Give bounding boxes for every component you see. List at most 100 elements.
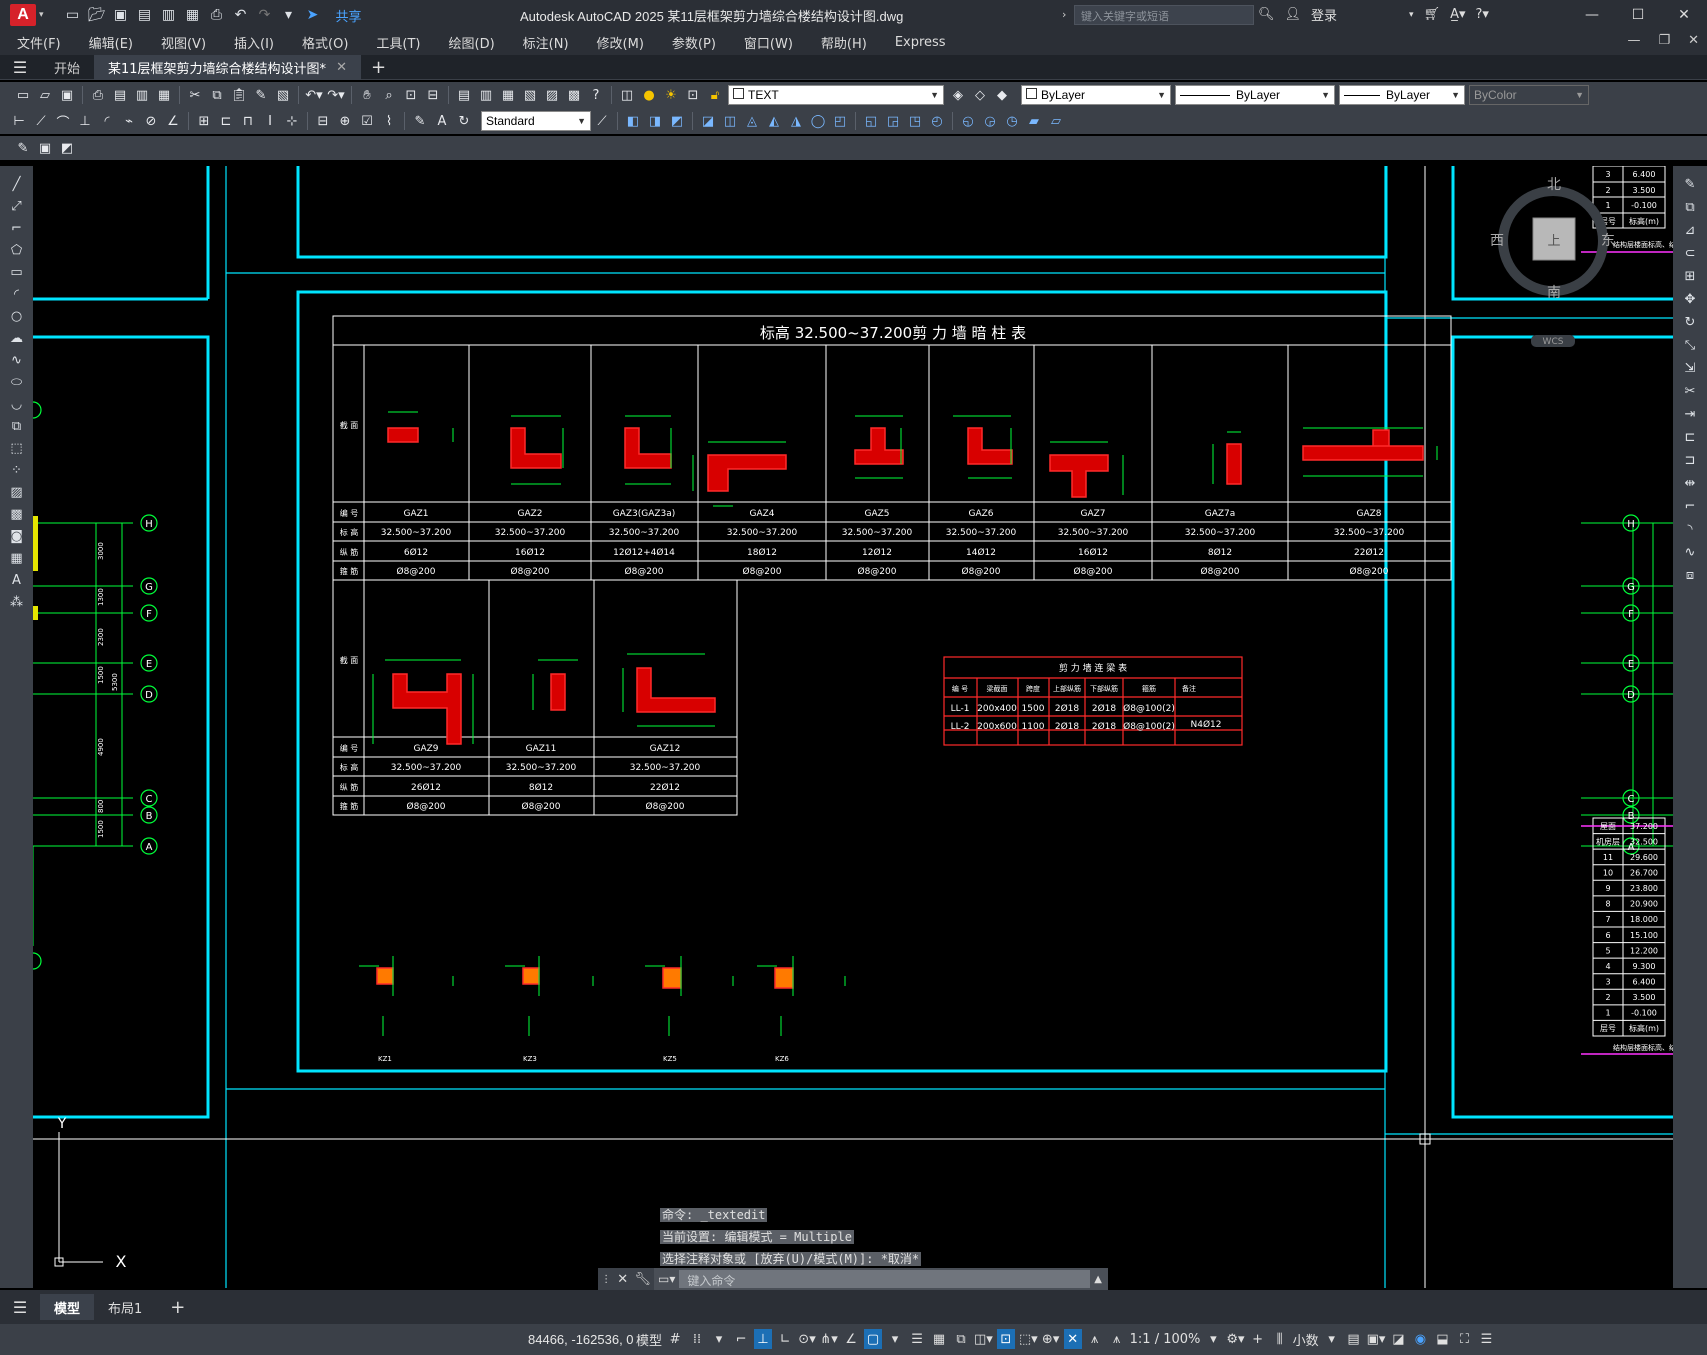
linear-dim-icon[interactable]: ⊢: [9, 111, 29, 131]
command-input[interactable]: 键入命令: [679, 1270, 1091, 1288]
arc-length-icon[interactable]: ⌒: [53, 111, 73, 131]
autodesk-a360-icon[interactable]: A̲▾: [1450, 7, 1465, 22]
undo-icon[interactable]: ↶: [232, 6, 250, 24]
new-tab-icon[interactable]: +: [371, 57, 386, 78]
center-mark-icon[interactable]: ⊕: [335, 111, 355, 131]
redo-tool-icon[interactable]: ↷▾: [326, 85, 346, 105]
compass-south[interactable]: 南: [1547, 285, 1561, 301]
lightbulb-icon[interactable]: ●: [639, 85, 659, 105]
thicken-icon[interactable]: ◳: [905, 111, 925, 131]
menu-modify[interactable]: 修改(M): [580, 33, 655, 52]
lineweight-dropdown[interactable]: ByLayer ▼: [1339, 85, 1465, 105]
doc-close-icon[interactable]: ✕: [1688, 33, 1699, 48]
3d-osnap-icon[interactable]: ◫▾: [974, 1329, 993, 1349]
dynamic-ucs-icon[interactable]: ⊡: [996, 1329, 1015, 1349]
line-icon[interactable]: ╱: [7, 174, 27, 194]
menu-file[interactable]: 文件(F): [0, 33, 72, 52]
3d-sphere-icon[interactable]: ◩: [667, 111, 687, 131]
menu-draw[interactable]: 绘图(D): [432, 33, 506, 52]
match-prop-icon[interactable]: ✎: [251, 85, 271, 105]
zoom-previous-icon[interactable]: ⊟: [423, 85, 443, 105]
angular-dim-icon[interactable]: ∠: [163, 111, 183, 131]
baseline-dim-icon[interactable]: ⊏: [216, 111, 236, 131]
mtext-icon[interactable]: A: [7, 570, 27, 590]
chamfer-icon[interactable]: ⌐: [1680, 496, 1700, 516]
search-input[interactable]: 键入关键字或短语: [1074, 5, 1254, 25]
sheet-set-icon[interactable]: ▧: [520, 85, 540, 105]
presspull-icon[interactable]: ◫: [720, 111, 740, 131]
dim-space-icon[interactable]: Ⅰ: [260, 111, 280, 131]
revcloud-icon[interactable]: ☁︎: [7, 328, 27, 348]
3d-print-icon[interactable]: ▦: [154, 85, 174, 105]
fullscreen-icon[interactable]: ⛶: [1455, 1329, 1473, 1349]
trim-icon[interactable]: ✂: [1680, 381, 1700, 401]
layer-states-icon[interactable]: ◆: [992, 85, 1012, 105]
menu-insert[interactable]: 插入(I): [217, 33, 285, 52]
compass-east[interactable]: 东: [1601, 233, 1615, 249]
model-space-toggle[interactable]: 模型: [636, 1329, 662, 1349]
scale-icon[interactable]: ⤡: [1680, 335, 1700, 355]
dim-edit-icon[interactable]: ✎: [410, 111, 430, 131]
spline-icon[interactable]: ∿: [7, 350, 27, 370]
fillet-icon[interactable]: ◝: [1680, 519, 1700, 539]
break-at-point-icon[interactable]: ⊏: [1680, 427, 1700, 447]
ellipse-arc-icon[interactable]: ◡: [7, 394, 27, 414]
arc-icon[interactable]: ◜: [7, 284, 27, 304]
close-icon[interactable]: ✕: [1661, 0, 1707, 30]
lineweight-icon[interactable]: ☰: [908, 1329, 926, 1349]
lock-icon[interactable]: 🔓︎: [705, 85, 725, 105]
rotate-icon[interactable]: ↻: [1680, 312, 1700, 332]
chamfer-edge-icon[interactable]: ◶: [980, 111, 1000, 131]
table-icon[interactable]: ▦: [7, 548, 27, 568]
table-style-icon[interactable]: ◩: [57, 138, 77, 158]
dimstyle-dropdown[interactable]: Standard ▼: [481, 111, 591, 131]
tab-start[interactable]: 开始: [40, 55, 94, 80]
isolate-objects-icon[interactable]: ◪: [1389, 1329, 1407, 1349]
move-icon[interactable]: ✥: [1680, 289, 1700, 309]
annotation-scale-icon[interactable]: ⩚: [1108, 1329, 1126, 1349]
publish-icon[interactable]: ▥: [132, 85, 152, 105]
close-command-icon[interactable]: ✕: [617, 1272, 628, 1287]
properties-icon[interactable]: ▤: [454, 85, 474, 105]
jogged-linear-icon[interactable]: ⌇: [379, 111, 399, 131]
dim-break-icon[interactable]: ⊹: [282, 111, 302, 131]
search-icon[interactable]: 🔍︎: [1258, 7, 1275, 22]
polar-icon[interactable]: ⊙▾: [798, 1329, 816, 1349]
isodraft-icon[interactable]: ⋔▾: [820, 1329, 838, 1349]
customize-command-icon[interactable]: 🔧︎: [634, 1272, 651, 1287]
aligned-dim-icon[interactable]: ⟋: [31, 111, 51, 131]
add-selected-icon[interactable]: ⁂: [7, 592, 27, 612]
menu-format[interactable]: 格式(O): [285, 33, 359, 52]
diameter-dim-icon[interactable]: ⊘: [141, 111, 161, 131]
menu-express[interactable]: Express: [878, 35, 957, 50]
new-icon[interactable]: ▭: [64, 6, 82, 24]
info-arrow-icon[interactable]: ›: [1062, 8, 1066, 21]
gizmo-icon[interactable]: ⊕▾: [1042, 1329, 1060, 1349]
layout-menu-icon[interactable]: ☰: [0, 1298, 40, 1317]
graphics-performance-icon[interactable]: ◉: [1411, 1329, 1429, 1349]
break-icon[interactable]: ⊐: [1680, 450, 1700, 470]
minimize-icon[interactable]: —: [1569, 0, 1615, 30]
snap-menu-icon[interactable]: ▾: [710, 1329, 728, 1349]
login-arrow-icon[interactable]: ▾: [1409, 10, 1414, 20]
customize-icon[interactable]: ▾: [280, 6, 298, 24]
redo-icon[interactable]: ↷: [256, 6, 274, 24]
sweep-icon[interactable]: ◬: [742, 111, 762, 131]
dynamic-input-icon[interactable]: ⌐: [732, 1329, 750, 1349]
preview-icon[interactable]: ▤: [110, 85, 130, 105]
inspect-icon[interactable]: ☑: [357, 111, 377, 131]
menu-edit[interactable]: 编辑(E): [72, 33, 144, 52]
layer-previous-icon[interactable]: ◇: [970, 85, 990, 105]
hamburger-icon[interactable]: ☰: [0, 58, 40, 77]
drag-handle-icon[interactable]: ⋮: [601, 1274, 611, 1285]
make-current-icon[interactable]: ◈: [948, 85, 968, 105]
save-web-icon[interactable]: ▦: [184, 6, 202, 24]
autocad-logo[interactable]: A: [10, 4, 36, 26]
region-icon[interactable]: ◙: [7, 526, 27, 546]
grid-icon[interactable]: #: [666, 1329, 684, 1349]
zoom-realtime-icon[interactable]: ⌕: [379, 85, 399, 105]
menu-tools[interactable]: 工具(T): [359, 33, 431, 52]
open-web-icon[interactable]: ▥: [160, 6, 178, 24]
sun-icon[interactable]: ☀: [661, 85, 681, 105]
viewcube[interactable]: 上 北 南 西 东 WCS: [1490, 177, 1615, 347]
